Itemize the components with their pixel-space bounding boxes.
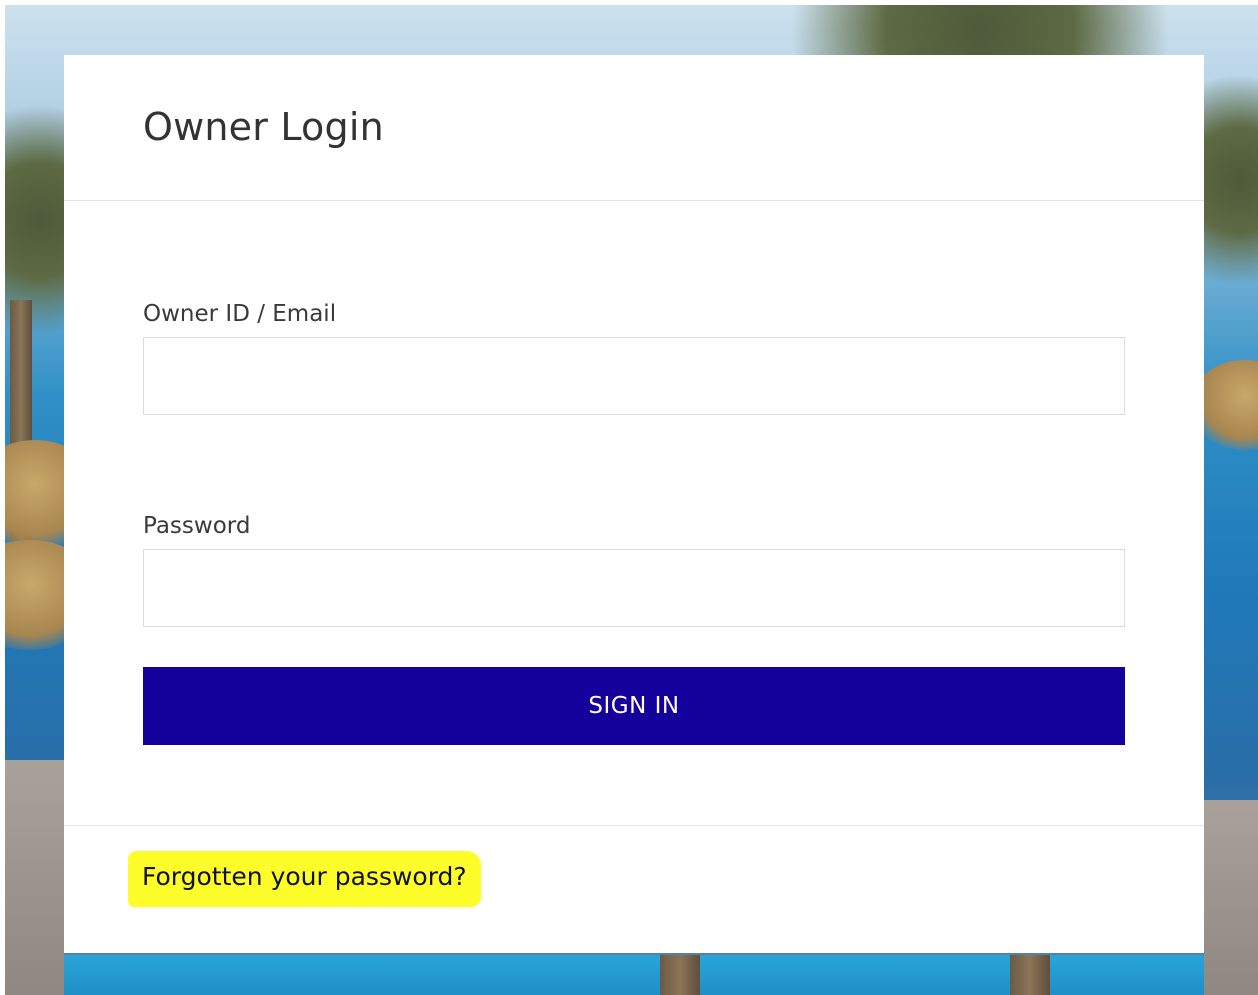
owner-id-label: Owner ID / Email — [143, 301, 337, 327]
sign-in-button[interactable]: SIGN IN — [143, 667, 1125, 745]
page-title: Owner Login — [143, 105, 384, 149]
owner-id-input[interactable] — [143, 337, 1125, 415]
card-header: Owner Login — [64, 55, 1204, 201]
password-input[interactable] — [143, 549, 1125, 627]
card-footer: Forgotten your password? — [64, 825, 1204, 953]
password-label: Password — [143, 513, 251, 539]
forgot-password-link[interactable]: Forgotten your password? — [128, 851, 481, 907]
login-card: Owner Login Owner ID / Email Password SI… — [64, 55, 1204, 953]
